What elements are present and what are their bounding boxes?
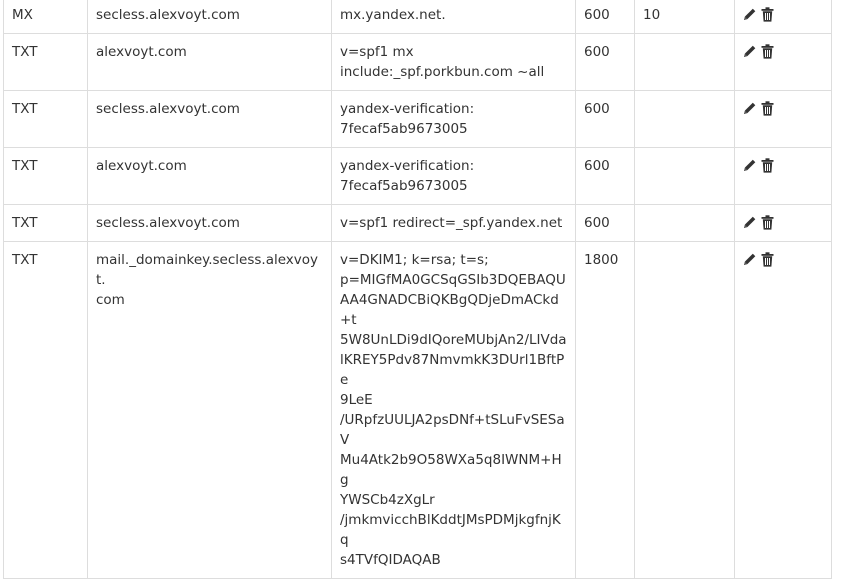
record-answer-text: s4TVfQIDAQAB	[340, 552, 441, 568]
record-answer-text: v=spf1 mx	[340, 44, 414, 60]
dns-records-body: MX secless.alexvoyt.com mx.yandex.net. 600 1…	[3, 0, 832, 579]
record-answer-text: Mu4Atk2b9O58WXa5q8IWNM+Hg	[340, 452, 562, 488]
record-actions-cell	[734, 147, 832, 205]
record-priority-cell	[634, 90, 735, 148]
record-ttl-cell: 600	[575, 0, 635, 34]
record-answer-text: v=spf1 redirect=_spf.yandex.net	[340, 215, 563, 231]
trash-icon[interactable]	[761, 158, 774, 173]
record-priority-cell	[634, 204, 735, 242]
pencil-icon[interactable]	[743, 7, 757, 21]
record-answer-cell: v=spf1 mx include:_spf.porkbun.com ~all	[331, 33, 576, 91]
dns-record-row: TXT mail._domainkey.secless.alexvoyt. com v…	[3, 241, 832, 579]
pencil-icon[interactable]	[743, 158, 757, 172]
record-answer-text: 7fecaf5ab9673005	[340, 178, 468, 194]
record-answer-text: 7fecaf5ab9673005	[340, 121, 468, 137]
record-priority-cell: 10	[634, 0, 735, 34]
record-type-cell: TXT	[3, 33, 88, 91]
record-actions-cell	[734, 33, 832, 91]
record-answer-cell: v=DKIM1; k=rsa; t=s; p=MIGfMA0GCSqGSIb3DQ…	[331, 241, 576, 579]
trash-icon[interactable]	[761, 252, 774, 267]
pencil-icon[interactable]	[743, 252, 757, 266]
record-answer-text: /URpfzUULJA2psDNf+tSLuFvSESaV	[340, 412, 565, 448]
record-answer-text: include:_spf.porkbun.com ~all	[340, 64, 545, 80]
dns-record-row: TXT secless.alexvoyt.com yandex-verificati…	[3, 90, 832, 148]
trash-icon[interactable]	[761, 101, 774, 116]
record-answer-cell: yandex-verification: 7fecaf5ab9673005	[331, 90, 576, 148]
record-host-text: secless.alexvoyt.com	[96, 215, 240, 231]
pencil-icon[interactable]	[743, 44, 757, 58]
record-ttl-cell: 600	[575, 204, 635, 242]
dns-record-row: MX secless.alexvoyt.com mx.yandex.net. 600 1…	[3, 0, 832, 34]
record-host-text: mail._domainkey.secless.alexvoyt.	[96, 252, 319, 288]
pencil-icon[interactable]	[743, 101, 757, 115]
record-host-cell: secless.alexvoyt.com	[87, 204, 332, 242]
record-ttl-cell: 600	[575, 90, 635, 148]
record-type-cell: TXT	[3, 90, 88, 148]
trash-icon[interactable]	[761, 215, 774, 230]
record-priority-cell	[634, 33, 735, 91]
record-ttl-cell: 600	[575, 33, 635, 91]
dns-records-table: MX secless.alexvoyt.com mx.yandex.net. 600 1…	[3, 0, 832, 579]
record-host-cell: mail._domainkey.secless.alexvoyt.com	[87, 241, 332, 579]
record-answer-text: 9LeE	[340, 392, 373, 408]
record-type-cell: TXT	[3, 241, 88, 579]
record-type-cell: MX	[3, 0, 88, 34]
record-ttl-cell: 1800	[575, 241, 635, 579]
record-answer-text: 5W8UnLDi9dIQoreMUbjAn2/LIVda	[340, 332, 567, 348]
record-answer-text: lKREY5Pdv87NmvmkK3DUrl1BftPe	[340, 352, 565, 388]
record-actions-cell	[734, 0, 832, 34]
record-priority-cell	[634, 241, 735, 579]
record-priority-cell	[634, 147, 735, 205]
record-answer-cell: mx.yandex.net.	[331, 0, 576, 34]
record-type-cell: TXT	[3, 204, 88, 242]
pencil-icon[interactable]	[743, 215, 757, 229]
record-type-cell: TXT	[3, 147, 88, 205]
record-host-text: alexvoyt.com	[96, 158, 187, 174]
record-host-cell: secless.alexvoyt.com	[87, 90, 332, 148]
record-answer-cell: v=spf1 redirect=_spf.yandex.net	[331, 204, 576, 242]
trash-icon[interactable]	[761, 7, 774, 22]
record-host-text: com	[96, 292, 125, 308]
record-actions-cell	[734, 204, 832, 242]
record-answer-text: AA4GNADCBiQKBgQDjeDmACkd+t	[340, 292, 559, 328]
trash-icon[interactable]	[761, 44, 774, 59]
record-answer-text: p=MIGfMA0GCSqGSIb3DQEBAQU	[340, 272, 566, 288]
record-host-text: secless.alexvoyt.com	[96, 7, 240, 23]
record-answer-text: /jmkmvicchBlKddtJMsPDMjkgfnjKq	[340, 512, 561, 548]
record-answer-text: YWSCb4zXgLr	[340, 492, 435, 508]
record-actions-cell	[734, 241, 832, 579]
record-answer-text: v=DKIM1; k=rsa; t=s;	[340, 252, 489, 268]
record-answer-text: yandex-verification:	[340, 101, 475, 117]
dns-record-row: TXT alexvoyt.com yandex-verification: 7feca…	[3, 147, 832, 205]
dns-record-row: TXT alexvoyt.com v=spf1 mx include:_spf.por…	[3, 33, 832, 91]
record-actions-cell	[734, 90, 832, 148]
record-host-text: secless.alexvoyt.com	[96, 101, 240, 117]
record-host-cell: alexvoyt.com	[87, 147, 332, 205]
record-host-cell: alexvoyt.com	[87, 33, 332, 91]
record-answer-text: mx.yandex.net.	[340, 7, 446, 23]
dns-record-row: TXT secless.alexvoyt.com v=spf1 redirect=_…	[3, 204, 832, 242]
record-ttl-cell: 600	[575, 147, 635, 205]
record-host-cell: secless.alexvoyt.com	[87, 0, 332, 34]
record-host-text: alexvoyt.com	[96, 44, 187, 60]
record-answer-text: yandex-verification:	[340, 158, 475, 174]
record-answer-cell: yandex-verification: 7fecaf5ab9673005	[331, 147, 576, 205]
